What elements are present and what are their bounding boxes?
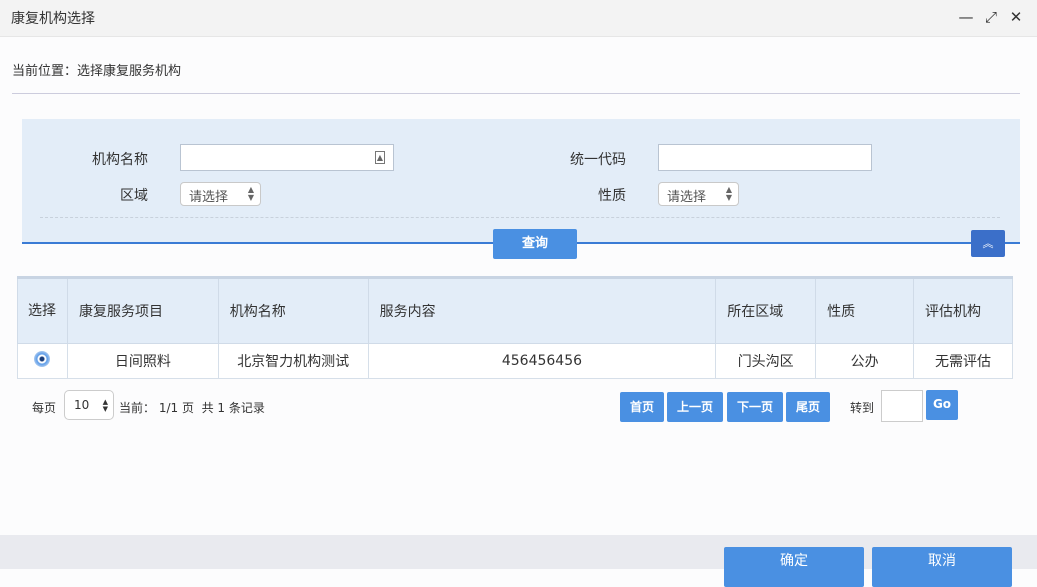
row-select-cell[interactable] (17, 343, 68, 379)
code-input[interactable] (658, 144, 872, 171)
code-label: 统一代码 (570, 152, 626, 168)
minimize-icon[interactable]: — (957, 8, 975, 26)
col-header-select: 选择 (17, 276, 68, 344)
search-panel (22, 119, 1020, 243)
area-select[interactable]: 请选择 ▲ ▼ (180, 182, 261, 206)
col-header-org-name: 机构名称 (217, 276, 369, 344)
cell-area: 门头沟区 (715, 343, 817, 379)
cell-service: 日间照料 (66, 343, 219, 379)
contact-card-icon[interactable]: ▲ (375, 151, 385, 164)
breadcrumb: 当前位置：选择康复服务机构 (12, 64, 182, 79)
page-status: 当前： 1/1 页 共 1 条记录 (119, 401, 265, 415)
select-arrows-icon: ▲ ▼ (102, 398, 108, 413)
cell-nature: 公办 (815, 343, 915, 379)
cell-assessor: 无需评估 (913, 343, 1013, 379)
col-header-content: 服务内容 (367, 276, 717, 344)
first-page-button[interactable]: 首页 (620, 392, 664, 422)
area-label: 区域 (120, 188, 148, 204)
nature-label: 性质 (598, 188, 626, 204)
nature-select[interactable]: 请选择 ▲ ▼ (658, 182, 739, 206)
go-button[interactable]: Go (926, 390, 958, 420)
query-button[interactable]: 查询 (493, 229, 577, 259)
select-arrows-icon: ▲ ▼ (725, 185, 732, 202)
last-page-button[interactable]: 尾页 (786, 392, 830, 422)
radio-button[interactable] (34, 351, 51, 367)
col-header-nature: 性质 (815, 276, 915, 344)
col-header-area: 所在区域 (715, 276, 817, 344)
col-header-service: 康复服务项目 (66, 276, 219, 344)
dashed-divider (40, 217, 1000, 218)
table-row[interactable]: 日间照料 北京智力机构测试 456456456 门头沟区 公办 无需评估 (17, 343, 1013, 379)
org-name-input[interactable] (180, 144, 394, 171)
close-icon[interactable]: ✕ (1007, 8, 1025, 26)
cell-org-name: 北京智力机构测试 (217, 343, 369, 379)
next-page-button[interactable]: 下一页 (727, 392, 783, 422)
confirm-button[interactable]: 确定 (724, 547, 864, 587)
title-bar (0, 0, 1037, 37)
area-select-value: 请选择 (189, 190, 229, 205)
per-page-value: 10 (74, 398, 90, 412)
goto-label: 转到 (850, 401, 875, 415)
cancel-button[interactable]: 取消 (872, 547, 1012, 587)
prev-page-button[interactable]: 上一页 (667, 392, 723, 422)
col-header-assessor: 评估机构 (913, 276, 1013, 344)
org-name-label: 机构名称 (92, 152, 148, 168)
cell-content: 456456456 (367, 343, 717, 379)
goto-page-input[interactable] (881, 390, 923, 422)
table-header-row: 选择 康复服务项目 机构名称 服务内容 所在区域 性质 评估机构 (17, 276, 1013, 344)
results-table: 选择 康复服务项目 机构名称 服务内容 所在区域 性质 评估机构 日间照料 北京… (17, 276, 1013, 379)
select-arrows-icon: ▲ ▼ (247, 185, 254, 202)
window-title: 康复机构选择 (11, 11, 95, 27)
per-page-select[interactable]: 10 ▲ ▼ (64, 390, 114, 420)
per-page-label: 每页 (32, 401, 57, 415)
nature-select-value: 请选择 (667, 190, 707, 205)
maximize-icon[interactable]: ⤢ (982, 8, 1000, 26)
collapse-chevron-up-icon[interactable]: ︽ (971, 230, 1005, 257)
divider (12, 93, 1020, 94)
